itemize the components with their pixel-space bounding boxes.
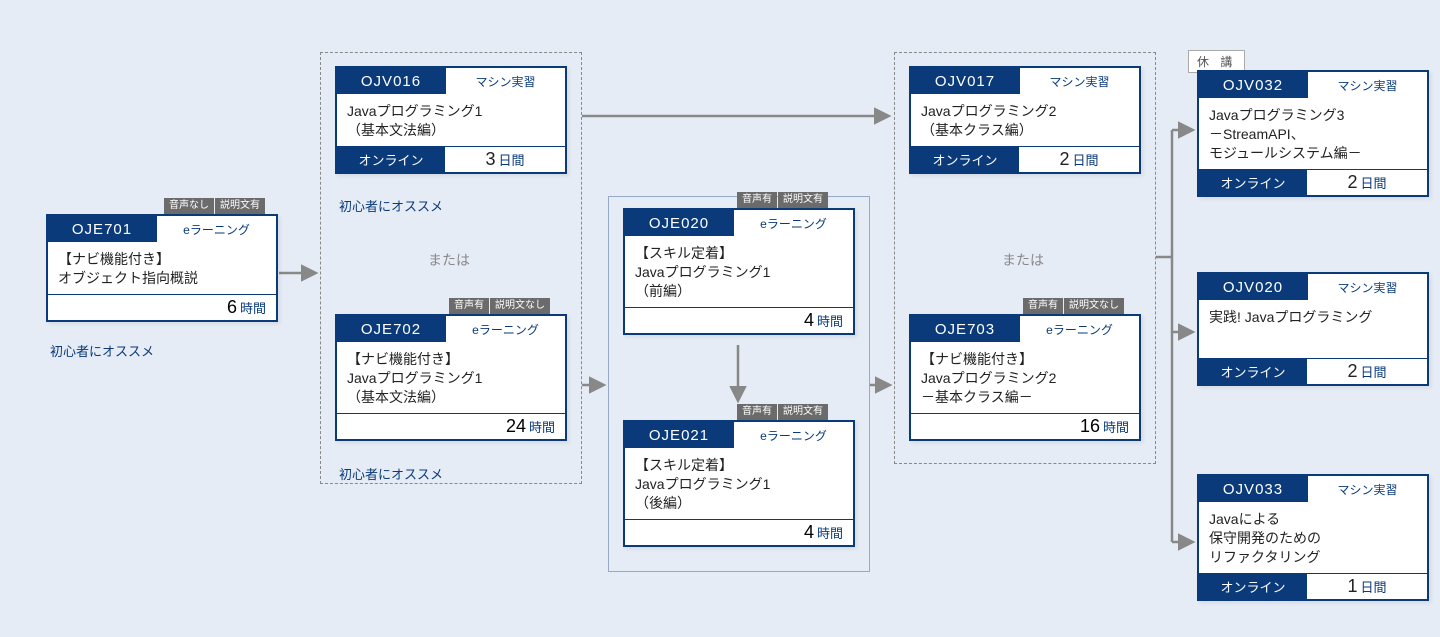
course-card-ojv033[interactable]: OJV033 マシン実習 Javaによる 保守開発のための リファクタリング オ…: [1197, 474, 1429, 601]
course-type: eラーニング: [156, 216, 276, 242]
course-type: eラーニング: [1019, 316, 1139, 342]
course-mode: オンライン: [1199, 359, 1307, 384]
course-code: OJE701: [48, 216, 156, 242]
course-code: OJV017: [911, 68, 1019, 94]
course-footer: オンライン 2日間: [911, 146, 1139, 172]
course-code: OJV020: [1199, 274, 1307, 300]
course-footer: オンライン 3日間: [337, 146, 565, 172]
course-title: Javaプログラミング2 （基本クラス編）: [911, 94, 1139, 146]
audio-badge: 音声有: [1023, 298, 1063, 314]
course-footer: 16時間: [911, 413, 1139, 439]
course-title: 【ナビ機能付き】 Javaプログラミング1 （基本文法編）: [337, 342, 565, 413]
desc-badge: 説明文なし: [1064, 298, 1124, 314]
audio-badge: 音声有: [737, 192, 777, 208]
desc-badge: 説明文有: [778, 192, 828, 208]
course-title: Javaによる 保守開発のための リファクタリング: [1199, 502, 1427, 573]
course-card-ojv020[interactable]: OJV020 マシン実習 実践! Javaプログラミング オンライン 2日間: [1197, 272, 1429, 386]
course-code: OJE702: [337, 316, 445, 342]
course-type: eラーニング: [733, 422, 853, 448]
course-card-ojv016[interactable]: OJV016 マシン実習 Javaプログラミング1 （基本文法編） オンライン …: [335, 66, 567, 174]
course-code: OJE021: [625, 422, 733, 448]
course-card-ojv017[interactable]: OJV017 マシン実習 Javaプログラミング2 （基本クラス編） オンライン…: [909, 66, 1141, 174]
course-footer: オンライン 2日間: [1199, 358, 1427, 384]
course-title: Javaプログラミング3 －StreamAPI、 モジュールシステム編－: [1199, 98, 1427, 169]
course-card-ojv032[interactable]: OJV032 マシン実習 Javaプログラミング3 －StreamAPI、 モジ…: [1197, 70, 1429, 197]
course-card-oje702[interactable]: OJE702 eラーニング 【ナビ機能付き】 Javaプログラミング1 （基本文…: [335, 314, 567, 441]
course-type: マシン実習: [1307, 476, 1427, 502]
course-type: マシン実習: [1307, 72, 1427, 98]
badges-oje701: 音声なし 説明文有: [164, 198, 265, 214]
course-card-oje021[interactable]: OJE021 eラーニング 【スキル定着】 Javaプログラミング1 （後編） …: [623, 420, 855, 547]
course-footer: 24時間: [337, 413, 565, 439]
beginner-note: 初心者にオススメ: [339, 464, 443, 483]
course-title: 【スキル定着】 Javaプログラミング1 （後編）: [625, 448, 853, 519]
badges-oje021: 音声有 説明文有: [737, 404, 828, 420]
course-type: マシン実習: [1307, 274, 1427, 300]
course-type: マシン実習: [1019, 68, 1139, 94]
course-footer: 6時間: [48, 294, 276, 320]
course-mode: オンライン: [337, 147, 445, 172]
course-type: eラーニング: [445, 316, 565, 342]
course-title: Javaプログラミング1 （基本文法編）: [337, 94, 565, 146]
course-footer: 4時間: [625, 307, 853, 333]
desc-badge: 説明文有: [215, 198, 265, 214]
course-mode: オンライン: [1199, 574, 1307, 599]
course-code: OJV033: [1199, 476, 1307, 502]
desc-badge: 説明文有: [778, 404, 828, 420]
audio-badge: 音声有: [449, 298, 489, 314]
audio-badge: 音声なし: [164, 198, 214, 214]
or-label: または: [1002, 250, 1044, 270]
course-title: 【ナビ機能付き】 Javaプログラミング2 －基本クラス編－: [911, 342, 1139, 413]
beginner-note: 初心者にオススメ: [339, 196, 443, 215]
badges-oje703: 音声有 説明文なし: [1023, 298, 1124, 314]
course-mode: オンライン: [1199, 170, 1307, 195]
course-type: マシン実習: [445, 68, 565, 94]
course-code: OJE020: [625, 210, 733, 236]
beginner-note: 初心者にオススメ: [50, 341, 154, 360]
badges-oje702: 音声有 説明文なし: [449, 298, 550, 314]
course-title: 実践! Javaプログラミング: [1199, 300, 1427, 358]
or-label: または: [428, 250, 470, 270]
audio-badge: 音声有: [737, 404, 777, 420]
course-code: OJV016: [337, 68, 445, 94]
course-footer: オンライン 2日間: [1199, 169, 1427, 195]
course-footer: 4時間: [625, 519, 853, 545]
course-footer: オンライン 1日間: [1199, 573, 1427, 599]
course-code: OJV032: [1199, 72, 1307, 98]
course-title: 【スキル定着】 Javaプログラミング1 （前編）: [625, 236, 853, 307]
course-code: OJE703: [911, 316, 1019, 342]
course-title: 【ナビ機能付き】 オブジェクト指向概説: [48, 242, 276, 294]
course-card-oje701[interactable]: OJE701 eラーニング 【ナビ機能付き】 オブジェクト指向概説 6時間: [46, 214, 278, 322]
desc-badge: 説明文なし: [490, 298, 550, 314]
badges-oje020: 音声有 説明文有: [737, 192, 828, 208]
course-mode: オンライン: [911, 147, 1019, 172]
course-card-oje703[interactable]: OJE703 eラーニング 【ナビ機能付き】 Javaプログラミング2 －基本ク…: [909, 314, 1141, 441]
course-card-oje020[interactable]: OJE020 eラーニング 【スキル定着】 Javaプログラミング1 （前編） …: [623, 208, 855, 335]
course-type: eラーニング: [733, 210, 853, 236]
